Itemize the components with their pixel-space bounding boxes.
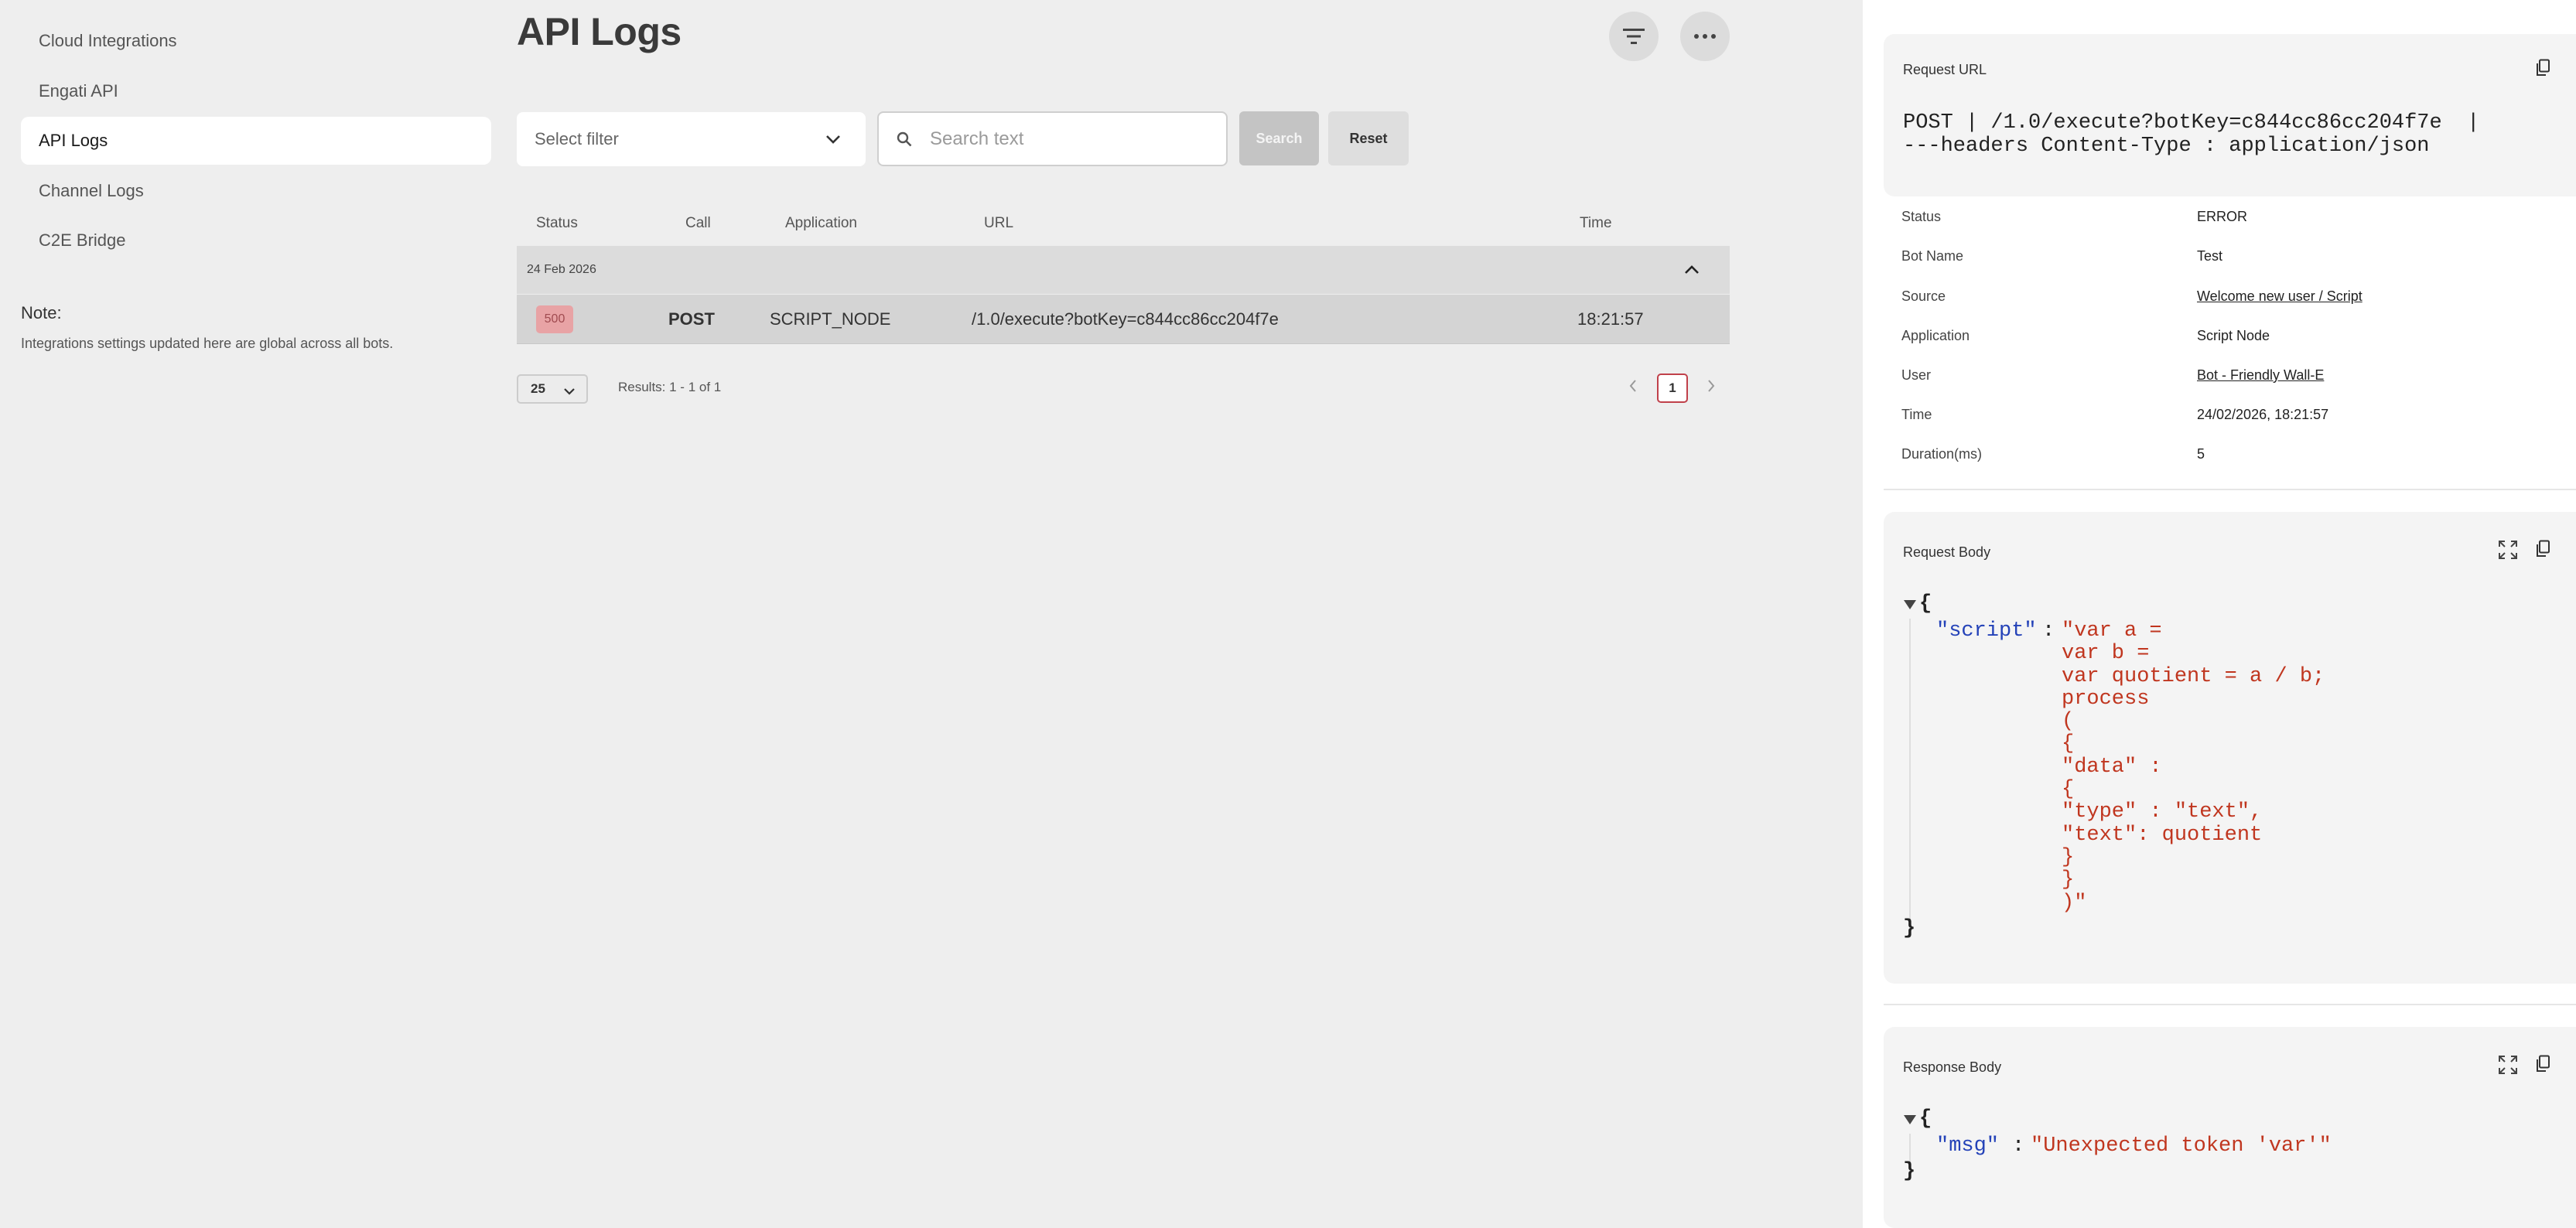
json-close-brace: } [1903,917,1916,940]
column-header-time[interactable]: Time [1580,215,1612,232]
field-label-application: Application [1901,328,1970,343]
row-application: SCRIPT_NODE [770,309,891,329]
request-url-card: Request URL POST | /1.0/execute?botKey=c… [1884,34,2576,196]
field-value-source-link[interactable]: Welcome new user / Script [2197,288,2362,305]
json-close-brace: } [1903,1160,1916,1183]
chevron-down-icon [563,385,576,401]
copy-icon[interactable] [2535,1055,2550,1073]
column-header-url[interactable]: URL [984,215,1013,232]
copy-icon[interactable] [2535,540,2550,558]
request-body-title: Request Body [1903,544,1991,560]
field-value-user-link[interactable]: Bot - Friendly Wall-E [2197,367,2324,384]
previous-page-icon[interactable] [1628,377,1638,398]
page-size-select[interactable]: 25 [517,374,588,404]
json-colon: : [2042,619,2055,643]
filter-button[interactable] [1609,12,1659,61]
field-value-application: Script Node [2197,328,2270,343]
more-horizontal-icon [1694,34,1716,39]
reset-button[interactable]: Reset [1328,111,1409,165]
json-colon: : [2012,1134,2025,1158]
collapse-triangle-icon[interactable] [1903,599,1917,614]
field-value-time: 24/02/2026, 18:21:57 [2197,407,2329,422]
more-options-button[interactable] [1680,12,1730,61]
request-url-line2: ---headers Content-Type : application/js… [1903,135,2430,158]
page-number-current[interactable]: 1 [1657,374,1688,403]
column-header-call[interactable]: Call [685,215,711,232]
field-label-status: Status [1901,209,1942,224]
json-open-brace: { [1919,1107,1932,1131]
json-open-brace: { [1919,592,1932,616]
search-icon [897,131,912,147]
copy-icon[interactable] [2535,59,2550,77]
page-title: API Logs [517,10,682,53]
note-text: Integrations settings updated here are g… [21,336,394,351]
field-label-bot-name: Bot Name [1901,248,1964,264]
column-header-status[interactable]: Status [536,215,578,232]
json-key-msg: "msg" [1936,1134,2000,1158]
field-label-time: Time [1901,407,1932,422]
table-row[interactable]: 500 POST SCRIPT_NODE /1.0/execute?botKey… [517,295,1730,344]
collapse-triangle-icon[interactable] [1903,1114,1917,1129]
group-date: 24 Feb 2026 [527,263,596,276]
sidebar: Cloud Integrations Engati API API Logs C… [0,0,511,1228]
expand-icon[interactable] [2498,1055,2518,1075]
field-value-status: ERROR [2197,209,2248,224]
field-value-duration: 5 [2197,446,2205,462]
search-box[interactable] [877,111,1228,166]
row-time: 18:21:57 [1577,309,1644,329]
row-call: POST [668,309,715,329]
section-divider [1884,489,2576,490]
sidebar-item-api-logs[interactable]: API Logs [21,117,491,165]
sidebar-item-engati-api[interactable]: Engati API [21,67,491,115]
filter-select[interactable]: Select filter [517,112,866,166]
results-count: Results: 1 - 1 of 1 [618,380,722,394]
expand-icon[interactable] [2498,540,2518,560]
response-body-card: Response Body { "msg" : "Unexpected toke… [1884,1027,2576,1228]
section-divider [1884,1004,2576,1005]
date-group-header[interactable]: 24 Feb 2026 [517,246,1730,294]
log-detail-panel: Request URL POST | /1.0/execute?botKey=c… [1863,0,2576,1228]
note-title: Note: [21,303,62,322]
sidebar-item-c2e-bridge[interactable]: C2E Bridge [21,217,491,264]
column-header-application[interactable]: Application [785,215,857,232]
request-body-card: Request Body { "script" : "var a = var b… [1884,512,2576,984]
response-body-title: Response Body [1903,1059,2002,1075]
chevron-down-icon [824,130,842,153]
json-indent-guide [1909,619,1911,920]
json-value-msg: "Unexpected token 'var'" [2031,1134,2332,1158]
json-key-script: "script" [1936,619,2037,643]
filter-icon [1623,29,1645,44]
row-url: /1.0/execute?botKey=c844cc86cc204f7e [972,309,1279,329]
field-label-user: User [1901,367,1932,383]
request-url-line1: POST | /1.0/execute?botKey=c844cc86cc204… [1903,111,2480,135]
field-value-bot-name: Test [2197,248,2223,264]
chevron-up-icon[interactable] [1683,261,1700,282]
page-size-value: 25 [531,381,545,396]
field-label-duration: Duration(ms) [1901,446,1983,462]
filter-select-label: Select filter [535,129,619,148]
field-label-source: Source [1901,288,1946,304]
json-value-script: "var a = var b = var quotient = a / b; p… [2062,619,2325,915]
json-indent-guide [1909,1134,1911,1161]
next-page-icon[interactable] [1706,377,1717,398]
request-url-title: Request URL [1903,62,1987,77]
sidebar-item-channel-logs[interactable]: Channel Logs [21,167,491,215]
search-input[interactable] [930,128,1193,150]
search-button[interactable]: Search [1239,111,1319,165]
status-badge: 500 [536,305,573,333]
sidebar-item-cloud-integrations[interactable]: Cloud Integrations [21,17,491,65]
